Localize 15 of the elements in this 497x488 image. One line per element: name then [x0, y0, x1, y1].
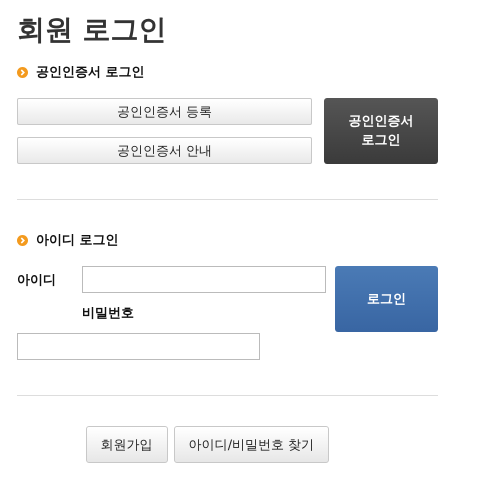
login-button[interactable]: 로그인 — [335, 266, 438, 332]
page-title: 회원 로그인 — [17, 12, 168, 48]
section-heading: 공인인증서 로그인 — [36, 64, 145, 81]
id-label: 아이디 — [17, 272, 57, 288]
section-heading: 아이디 로그인 — [36, 232, 119, 249]
certificate-button[interactable]: 공인인증서 등록 — [17, 98, 312, 125]
id-input-field[interactable] — [82, 266, 326, 293]
password-input-field[interactable] — [17, 333, 260, 360]
footer-button[interactable]: 회원가입 — [86, 426, 168, 463]
chevron-bullet-icon — [17, 234, 28, 246]
certificate-button[interactable]: 공인인증서 안내 — [17, 137, 312, 164]
chevron-bullet-icon — [17, 66, 28, 78]
password-label: 비밀번호 — [82, 305, 135, 322]
certificate-login-button[interactable]: 공인인증서 로그인 — [324, 98, 438, 164]
footer-button[interactable]: 아이디/비밀번호 찾기 — [174, 426, 330, 463]
